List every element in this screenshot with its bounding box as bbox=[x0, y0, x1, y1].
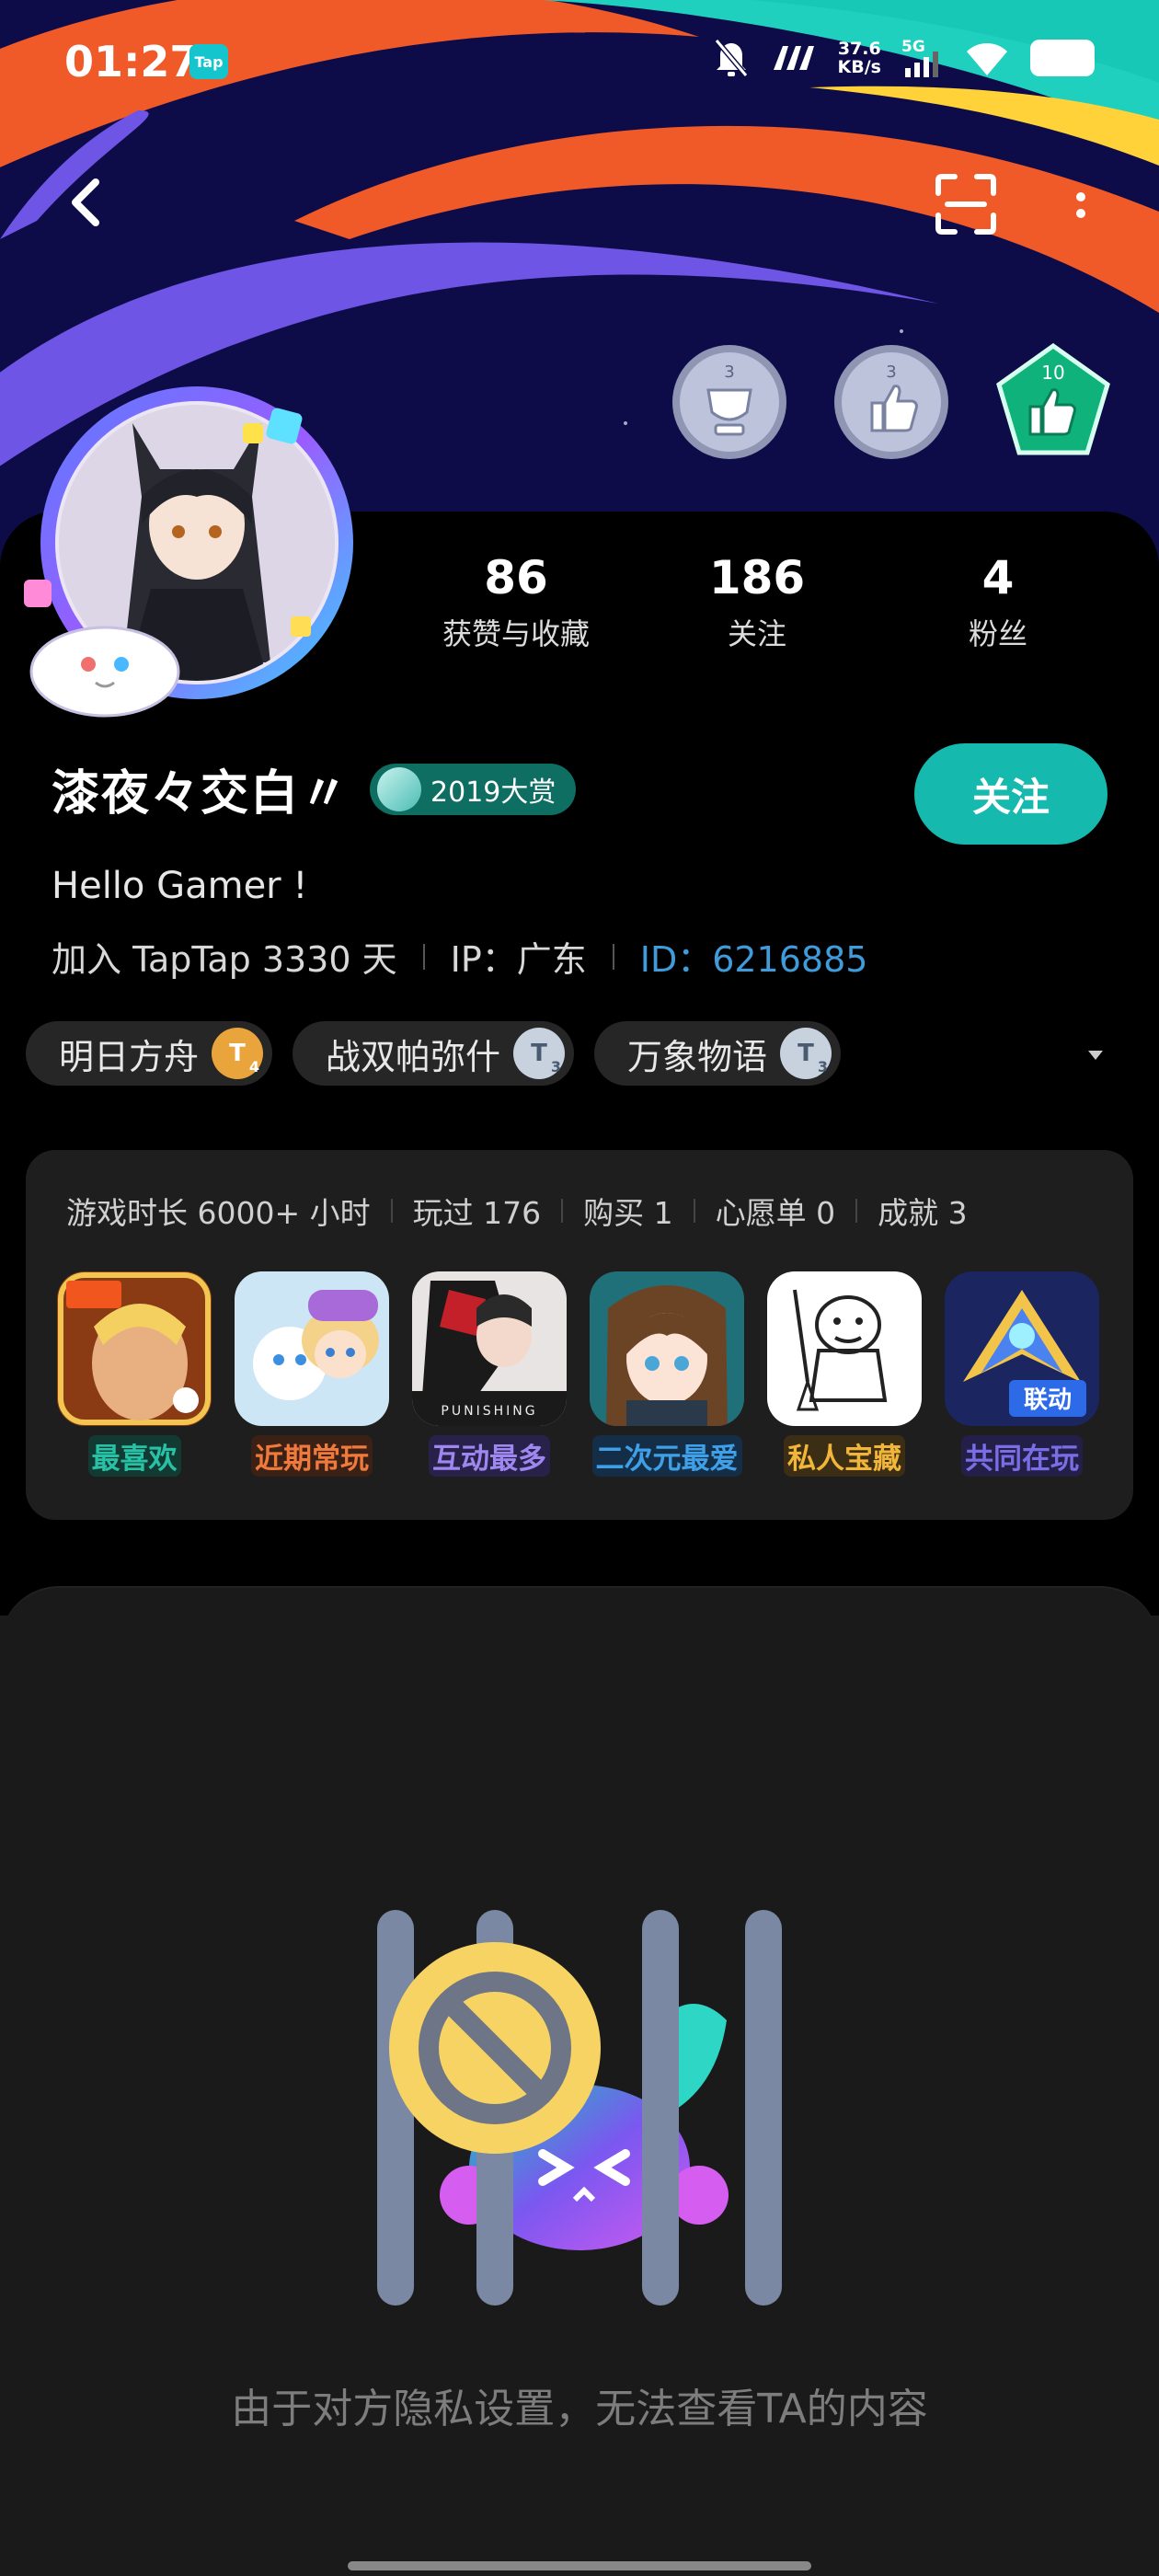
back-arrow-icon bbox=[72, 178, 99, 226]
game-label: 近期常玩 bbox=[251, 1435, 373, 1477]
join-days: 加入 TapTap 3330 天 bbox=[52, 939, 397, 980]
game-item-shared[interactable]: 联动 共同在玩 bbox=[945, 1271, 1099, 1477]
stat-value: 186 bbox=[708, 551, 806, 604]
home-indicator[interactable] bbox=[348, 2561, 811, 2570]
signal-icon: 5G bbox=[901, 37, 944, 79]
game-item-favorite[interactable]: 最喜欢 bbox=[57, 1271, 212, 1477]
status-bar: 01:27 Tap 37.6 KB/s 5G bbox=[0, 0, 1159, 129]
level-badge-icon: T3 bbox=[780, 1028, 832, 1079]
divider bbox=[693, 1199, 695, 1223]
follow-button[interactable]: 关注 bbox=[914, 743, 1107, 845]
profile-stats: 86 获赞与收藏 186 关注 4 粉丝 bbox=[396, 550, 1131, 653]
achievement-badges: 3 3 10 bbox=[670, 342, 1113, 462]
stat-following[interactable]: 186 关注 bbox=[637, 550, 878, 653]
thumbs-up-badge-icon[interactable]: 3 bbox=[832, 342, 951, 462]
purchased-count: 购买 1 bbox=[583, 1195, 673, 1231]
game-tag-label: 万象物语 bbox=[627, 1036, 768, 1077]
award-icon bbox=[377, 766, 422, 811]
game-label: 私人宝藏 bbox=[784, 1435, 905, 1477]
name-row: 漆夜々交白〃 2019大赏 bbox=[52, 754, 577, 823]
battery-icon bbox=[1030, 40, 1095, 76]
back-button[interactable] bbox=[52, 166, 125, 239]
game-item-treasure[interactable]: 私人宝藏 bbox=[767, 1271, 922, 1477]
divider bbox=[561, 1199, 564, 1223]
featured-games: 最喜欢 近期常玩 PUNISHING 互动最多 二次元最爱 私人宝藏 联动 共同… bbox=[57, 1271, 1099, 1477]
game-item-anime[interactable]: 二次元最爱 bbox=[590, 1271, 744, 1477]
game-icon: PUNISHING bbox=[412, 1271, 567, 1426]
award-label: 2019大赏 bbox=[430, 776, 557, 809]
privacy-blocked-illustration-icon bbox=[368, 1892, 791, 2315]
stat-label: 关注 bbox=[727, 616, 786, 651]
svg-text:10: 10 bbox=[1041, 362, 1064, 384]
game-label: 最喜欢 bbox=[87, 1435, 181, 1477]
game-icon bbox=[767, 1271, 922, 1426]
caret-down-icon bbox=[1088, 1051, 1103, 1060]
played-count: 玩过 176 bbox=[412, 1195, 542, 1231]
network-speed: 37.6 KB/s bbox=[837, 39, 881, 77]
level-badge-icon: T3 bbox=[513, 1028, 566, 1079]
svg-text:3: 3 bbox=[724, 362, 734, 382]
user-name: 漆夜々交白〃 bbox=[52, 766, 350, 822]
game-item-recent[interactable]: 近期常玩 bbox=[235, 1271, 389, 1477]
ip-location: IP：广东 bbox=[450, 939, 587, 980]
trophy-badge-icon[interactable]: 3 bbox=[670, 342, 789, 462]
game-item-interactive[interactable]: PUNISHING 互动最多 bbox=[412, 1271, 567, 1477]
game-tag[interactable]: 万象物语 T3 bbox=[594, 1021, 842, 1086]
svg-text:5G: 5G bbox=[901, 38, 925, 56]
stat-value: 4 bbox=[981, 551, 1015, 604]
award-badge[interactable]: 2019大赏 bbox=[370, 763, 577, 815]
avatar[interactable] bbox=[22, 386, 372, 736]
game-label: 共同在玩 bbox=[961, 1435, 1083, 1477]
top-navigation bbox=[0, 156, 1159, 248]
game-tag-label: 明日方舟 bbox=[59, 1036, 200, 1077]
game-tag-label: 战双帕弥什 bbox=[326, 1036, 501, 1077]
wifi-icon bbox=[964, 37, 1010, 79]
more-button[interactable] bbox=[1058, 167, 1104, 241]
game-icon: 联动 bbox=[945, 1271, 1099, 1426]
status-time: 01:27 bbox=[64, 37, 200, 86]
game-stats-card[interactable]: 游戏时长 6000+ 小时 玩过 176 购买 1 心愿单 0 成就 3 最喜欢… bbox=[26, 1150, 1133, 1520]
game-label: 二次元最爱 bbox=[591, 1435, 742, 1477]
game-tag[interactable]: 明日方舟 T4 bbox=[26, 1021, 273, 1086]
divider bbox=[855, 1199, 858, 1223]
play-time: 游戏时长 6000+ 小时 bbox=[66, 1195, 371, 1231]
stat-value: 86 bbox=[484, 551, 548, 604]
game-stats-row: 游戏时长 6000+ 小时 玩过 176 购买 1 心愿单 0 成就 3 bbox=[66, 1189, 968, 1233]
stat-label: 获赞与收藏 bbox=[442, 616, 590, 651]
carrier-logo-icon bbox=[770, 37, 818, 79]
stat-label: 粉丝 bbox=[968, 616, 1027, 651]
svg-text:PUNISHING: PUNISHING bbox=[441, 1404, 537, 1419]
user-bio: Hello Gamer ! bbox=[52, 865, 308, 907]
scan-button[interactable] bbox=[929, 167, 1003, 241]
divider bbox=[612, 943, 614, 970]
privacy-section: 由于对方隐私设置，无法查看TA的内容 bbox=[0, 1586, 1159, 2576]
stat-followers[interactable]: 4 粉丝 bbox=[878, 550, 1119, 653]
achievement-count: 成就 3 bbox=[878, 1195, 968, 1231]
mute-bell-icon bbox=[713, 37, 750, 79]
stat-likes[interactable]: 86 获赞与收藏 bbox=[396, 550, 637, 653]
level-badge-icon: T4 bbox=[212, 1028, 264, 1079]
scan-icon bbox=[935, 174, 996, 235]
green-thumbs-badge-icon[interactable]: 10 bbox=[993, 342, 1113, 462]
wishlist-count: 心愿单 0 bbox=[715, 1195, 836, 1231]
more-vertical-icon bbox=[1076, 192, 1085, 218]
game-label: 互动最多 bbox=[429, 1435, 550, 1477]
user-id[interactable]: ID：6216885 bbox=[640, 931, 868, 982]
user-info-row: 加入 TapTap 3330 天 IP：广东 ID：6216885 bbox=[52, 931, 867, 982]
svg-text:联动: 联动 bbox=[1024, 1386, 1072, 1414]
expand-tags-button[interactable] bbox=[1082, 1041, 1109, 1069]
svg-text:3: 3 bbox=[886, 362, 896, 382]
game-icon bbox=[235, 1271, 389, 1426]
taptap-notification-icon: Tap bbox=[189, 44, 228, 79]
game-icon bbox=[590, 1271, 744, 1426]
game-tag[interactable]: 战双帕弥什 T3 bbox=[293, 1021, 575, 1086]
game-tags: 明日方舟 T4 战双帕弥什 T3 万象物语 T3 bbox=[26, 1021, 842, 1086]
privacy-message: 由于对方隐私设置，无法查看TA的内容 bbox=[231, 2386, 928, 2432]
divider bbox=[390, 1199, 393, 1223]
game-icon bbox=[57, 1271, 212, 1426]
divider bbox=[422, 943, 425, 970]
